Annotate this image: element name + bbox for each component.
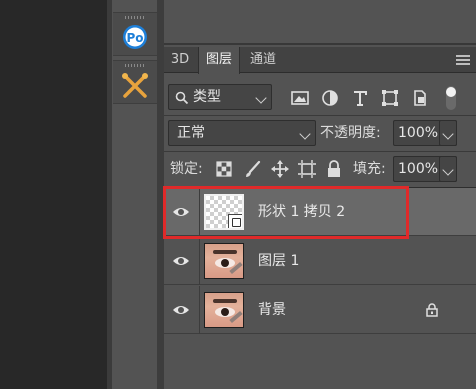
smart-object-filter-icon[interactable] <box>410 88 430 108</box>
collapsed-panel-strip: Po <box>112 0 158 389</box>
column-separator <box>199 188 200 236</box>
smart-object-badge-icon <box>228 214 242 228</box>
tab-layers[interactable]: 图层 <box>198 47 240 74</box>
tab-3d[interactable]: 3D <box>164 47 196 73</box>
shape-layer-filter-icon[interactable] <box>380 88 400 108</box>
fill-label: 填充: <box>353 161 386 177</box>
layer-name[interactable]: 背景 <box>258 286 286 334</box>
crossed-brushes-icon <box>122 73 148 98</box>
lock-row: 锁定: 填充: 100% <box>164 154 476 184</box>
pr-circle-tool-button[interactable]: Po <box>113 12 157 56</box>
layers-empty-area <box>164 335 476 389</box>
layer-thumbnail[interactable] <box>204 194 244 230</box>
upper-panel-area <box>164 0 476 44</box>
chevron-down-icon <box>442 164 454 176</box>
pixel-layer-filter-icon[interactable] <box>290 88 310 108</box>
lock-transparent-pixels-icon[interactable] <box>216 161 232 177</box>
grip-handle[interactable] <box>125 16 145 19</box>
opacity-dropdown-button[interactable] <box>439 120 457 146</box>
panel-menu-icon[interactable] <box>456 55 470 65</box>
left-dark-area <box>0 0 107 389</box>
layer-row-layer-1[interactable]: 图层 1 <box>164 237 476 285</box>
type-layer-filter-icon[interactable] <box>350 88 370 108</box>
layer-name[interactable]: 图层 1 <box>258 237 299 285</box>
layer-row-shape-copy[interactable]: 形状 1 拷贝 2 <box>164 188 476 236</box>
chevron-down-icon <box>299 128 311 140</box>
column-separator <box>199 286 200 334</box>
filter-kind-select[interactable]: 类型 <box>168 84 272 110</box>
lock-image-pixels-icon[interactable] <box>243 159 263 179</box>
panel-split-line[interactable] <box>164 43 476 45</box>
grip-handle[interactable] <box>125 64 145 67</box>
lock-artboard-icon[interactable] <box>297 159 317 179</box>
chevron-down-icon <box>255 92 267 104</box>
chevron-down-icon <box>442 128 454 140</box>
adjustment-layer-filter-icon[interactable] <box>320 88 340 108</box>
divider <box>164 151 476 152</box>
visibility-eye-icon[interactable] <box>172 204 190 220</box>
filter-kind-label: 类型 <box>193 89 221 105</box>
fill-dropdown-button[interactable] <box>439 156 457 182</box>
blend-mode-value: 正常 <box>177 125 205 141</box>
pr-circle-icon: Po <box>123 25 147 49</box>
layer-thumbnail[interactable] <box>204 292 244 328</box>
layer-row-background[interactable]: 背景 <box>164 286 476 334</box>
visibility-eye-icon[interactable] <box>172 253 190 269</box>
column-separator <box>199 237 200 285</box>
blend-mode-select[interactable]: 正常 <box>168 120 316 146</box>
opacity-label: 不透明度: <box>320 125 381 141</box>
crossed-brushes-tool-button[interactable] <box>113 60 157 104</box>
svg-text:Po: Po <box>126 31 143 45</box>
visibility-eye-icon[interactable] <box>172 302 190 318</box>
layer-name[interactable]: 形状 1 拷贝 2 <box>258 188 345 236</box>
filter-toggle-icon[interactable] <box>444 85 458 111</box>
panel-tabs: 3D 图层 通道 <box>164 47 476 74</box>
eye-photo-thumbnail <box>205 293 243 327</box>
tab-channels[interactable]: 通道 <box>242 47 284 73</box>
divider <box>164 115 476 116</box>
lock-position-icon[interactable] <box>270 159 290 179</box>
search-icon <box>175 91 189 105</box>
lock-label: 锁定: <box>170 161 203 177</box>
lock-all-icon[interactable] <box>324 159 344 179</box>
eye-photo-thumbnail <box>205 244 243 278</box>
layers-panel: 3D 图层 通道 类型 正常 不透明度: 100% 锁定: 填充: 100% 形… <box>164 0 476 389</box>
layer-lock-icon[interactable] <box>426 303 438 317</box>
blend-row: 正常 不透明度: 100% <box>164 118 476 148</box>
layer-thumbnail[interactable] <box>204 243 244 279</box>
filter-row: 类型 <box>164 82 476 112</box>
